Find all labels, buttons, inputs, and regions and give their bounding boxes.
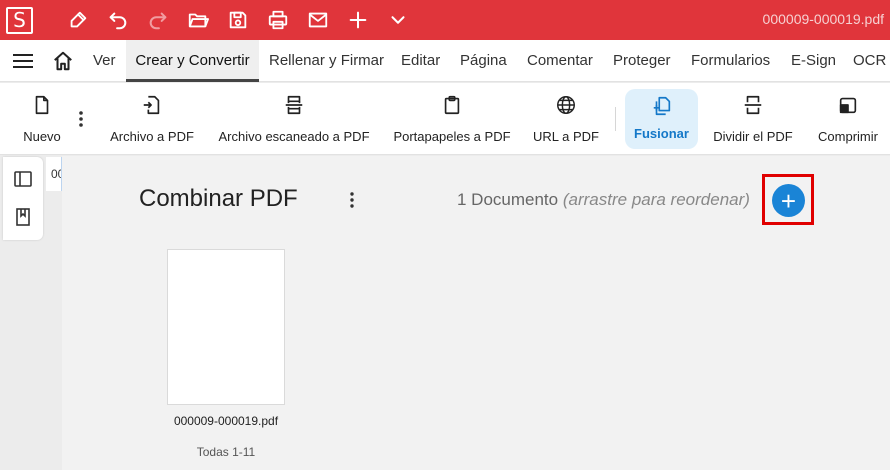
open-folder-icon[interactable] (186, 8, 210, 32)
mail-icon[interactable] (306, 8, 330, 32)
compress-button[interactable]: Comprimir (815, 83, 881, 155)
clipboard-to-pdf-button[interactable]: Portapapeles a PDF (393, 83, 511, 155)
new-button[interactable]: Nuevo (19, 83, 65, 155)
file-convert-icon (140, 93, 164, 117)
split-icon (741, 93, 765, 117)
scanned-file-to-pdf-label: Archivo escaneado a PDF (218, 129, 370, 144)
reorder-hint: (arrastre para reordenar) (562, 190, 750, 209)
split-pdf-button[interactable]: Dividir el PDF (712, 83, 794, 155)
url-to-pdf-button[interactable]: URL a PDF (532, 83, 600, 155)
document-thumbnail[interactable] (167, 249, 285, 405)
document-page-range[interactable]: Todas 1-11 (150, 445, 302, 459)
tab-rellenar-y-firmar[interactable]: Rellenar y Firmar (269, 40, 384, 82)
menu-bar: Ver Crear y Convertir Rellenar y Firmar … (0, 40, 890, 82)
undo-icon[interactable] (106, 8, 130, 32)
new-label: Nuevo (23, 129, 61, 144)
redo-icon[interactable] (146, 8, 170, 32)
side-panel (3, 157, 43, 240)
tab-comentar[interactable]: Comentar (527, 40, 593, 82)
scanned-file-to-pdf-button[interactable]: Archivo escaneado a PDF (218, 83, 370, 155)
tab-editar[interactable]: Editar (401, 40, 440, 82)
tab-ocr[interactable]: OCR (853, 40, 886, 82)
panel-toggle-icon[interactable] (13, 169, 33, 189)
document-count-text: 1 Documento (457, 190, 559, 209)
tab-proteger[interactable]: Proteger (613, 40, 671, 82)
toolbar-divider (615, 107, 616, 131)
new-document-icon (30, 93, 54, 117)
hamburger-menu-icon[interactable] (12, 51, 34, 71)
tab-crear-y-convertir[interactable]: Crear y Convertir (126, 40, 259, 82)
globe-icon (554, 93, 578, 117)
title-bar: S 000009-000019.pdf (0, 0, 890, 40)
add-document-button[interactable]: + (772, 184, 805, 217)
document-count: 1 Documento (arrastre para reordenar) (457, 190, 750, 210)
home-icon[interactable] (52, 50, 74, 72)
tab-ver[interactable]: Ver (93, 40, 116, 82)
bookmark-icon[interactable] (13, 207, 33, 227)
app-logo[interactable]: S (6, 7, 33, 34)
url-to-pdf-label: URL a PDF (533, 129, 599, 144)
merge-label: Fusionar (634, 126, 689, 141)
title-more-options-icon[interactable] (344, 190, 360, 210)
merge-icon (650, 94, 674, 118)
page-title: Combinar PDF (139, 185, 298, 212)
save-icon[interactable] (226, 8, 250, 32)
compress-icon (836, 93, 860, 117)
tab-formularios[interactable]: Formularios (691, 40, 770, 82)
scanner-icon (282, 93, 306, 117)
document-name: 000009-000019.pdf (173, 414, 279, 428)
merge-button[interactable]: Fusionar (625, 89, 698, 149)
document-filename: 000009-000019.pdf (762, 11, 884, 27)
ribbon-toolbar: Nuevo Archivo a PDF Archivo escaneado a … (0, 83, 890, 155)
page-number-partial: 00 (46, 157, 62, 191)
clipboard-icon (440, 93, 464, 117)
tab-pagina[interactable]: Página (460, 40, 507, 82)
clipboard-to-pdf-label: Portapapeles a PDF (393, 129, 511, 144)
file-to-pdf-button[interactable]: Archivo a PDF (108, 83, 196, 155)
print-icon[interactable] (266, 8, 290, 32)
pen-icon[interactable] (66, 8, 90, 32)
more-options-icon[interactable] (72, 109, 90, 129)
chevron-down-icon[interactable] (386, 8, 410, 32)
tab-e-sign[interactable]: E-Sign (791, 40, 836, 82)
plus-icon[interactable] (346, 8, 370, 32)
file-to-pdf-label: Archivo a PDF (110, 129, 194, 144)
compress-label: Comprimir (818, 129, 878, 144)
split-pdf-label: Dividir el PDF (713, 129, 793, 144)
